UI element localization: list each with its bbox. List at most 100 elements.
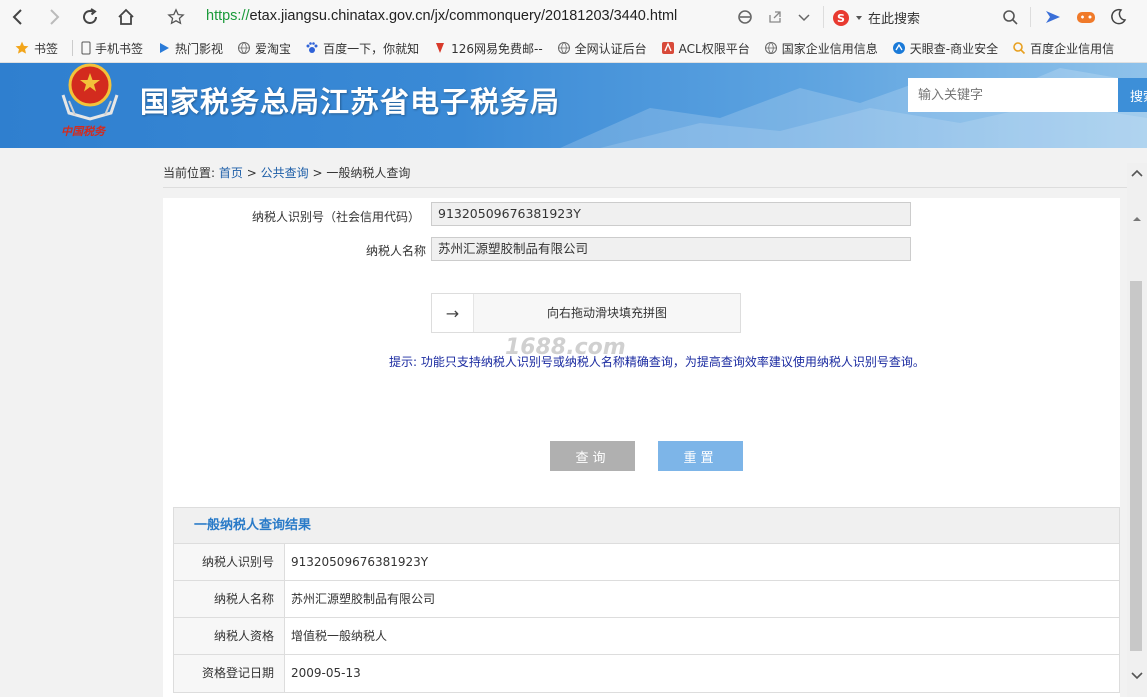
taxpayer-id-input[interactable]: 91320509676381923Y — [431, 202, 911, 226]
bookmark-item[interactable]: ACL权限平台 — [661, 40, 750, 57]
bookmark-label: 天眼查-商业安全 — [909, 41, 999, 56]
reset-button[interactable]: 重置 — [658, 441, 743, 471]
bookmark-item[interactable]: 手机书签 — [81, 40, 143, 57]
bookmark-item[interactable]: 热门影视 — [157, 40, 223, 57]
bookmark-star-button[interactable] — [158, 0, 194, 34]
home-button[interactable] — [108, 0, 144, 34]
caret-down-icon — [856, 15, 862, 20]
row-label: 纳税人名称 — [174, 581, 285, 617]
tax-emblem-logo[interactable]: 中国税务 — [55, 63, 125, 143]
breadcrumb-current: 一般纳税人查询 — [326, 166, 411, 180]
result-table: 一般纳税人查询结果 纳税人识别号 91320509676381923Y 纳税人名… — [173, 507, 1120, 693]
phone-icon — [81, 41, 91, 55]
bookmark-item[interactable]: 爱淘宝 — [237, 40, 291, 57]
browser-search[interactable]: S 在此搜索 — [832, 8, 920, 27]
bookmark-label: 手机书签 — [95, 41, 144, 56]
scroll-up-icon[interactable] — [1130, 168, 1144, 178]
bookmarks-bar: 书签 手机书签 热门影视 爱淘宝 百度一下，你就知 126网易免费邮-- 全网认… — [0, 34, 1147, 63]
site-banner: 中国税务 国家税务总局江苏省电子税务局 搜索 — [0, 63, 1147, 148]
table-row: 纳税人资格 增值税一般纳税人 — [174, 618, 1119, 655]
table-row: 纳税人识别号 91320509676381923Y — [174, 544, 1119, 581]
bookmark-label: 热门影视 — [175, 41, 224, 56]
gamepad-icon[interactable] — [1075, 7, 1097, 27]
row-value: 增值税一般纳税人 — [291, 629, 388, 643]
slider-handle[interactable]: → — [432, 294, 474, 332]
search-icon[interactable] — [1002, 9, 1018, 25]
logo-caption: 中国税务 — [61, 125, 105, 138]
address-actions — [737, 9, 811, 25]
bookmark-item[interactable]: 百度企业信用信 — [1012, 40, 1114, 57]
bookmark-label: 爱淘宝 — [255, 41, 292, 56]
row-value: 91320509676381923Y — [291, 555, 429, 569]
bird-icon[interactable] — [1043, 7, 1063, 27]
chevron-down-icon[interactable] — [797, 9, 811, 25]
page-scrollbar[interactable] — [1127, 163, 1147, 697]
emblem-icon — [61, 63, 119, 121]
globe-icon — [238, 42, 251, 54]
breadcrumb-separator: > — [246, 166, 257, 180]
bookmark-item[interactable]: 天眼查-商业安全 — [892, 40, 998, 57]
row-value: 2009-05-13 — [291, 666, 361, 680]
slider-instruction: 向右拖动滑块填充拼图 — [546, 306, 667, 320]
globe-icon — [764, 42, 777, 54]
site-search-input[interactable] — [908, 78, 1118, 112]
scroll-up-small-icon[interactable] — [1130, 213, 1144, 223]
reload-icon — [83, 8, 97, 24]
eye-icon — [892, 42, 905, 54]
row-label: 纳税人资格 — [174, 618, 285, 654]
back-button[interactable] — [0, 0, 36, 34]
breadcrumb-divider — [163, 187, 1127, 188]
svg-text:S: S — [837, 12, 845, 25]
scroll-down-icon[interactable] — [1130, 671, 1144, 681]
toolbar-divider — [823, 6, 824, 28]
breadcrumb-home[interactable]: 首页 — [219, 166, 243, 180]
taxpayer-id-label: 纳税人识别号（社会信用代码） — [251, 210, 420, 224]
ie-icon[interactable] — [737, 9, 753, 25]
breadcrumb-section[interactable]: 公共查询 — [261, 166, 309, 180]
address-bar[interactable]: https://etax.jiangsu.chinatax.gov.cn/jx/… — [206, 8, 677, 24]
url-protocol: https:// — [206, 8, 250, 24]
play-icon — [160, 43, 170, 53]
bookmark-divider — [72, 40, 74, 56]
site-title: 国家税务总局江苏省电子税务局 — [140, 85, 561, 119]
arrow-right-icon: → — [445, 303, 460, 323]
result-title: 一般纳税人查询结果 — [174, 508, 1119, 544]
site-search-button[interactable]: 搜索 — [1118, 78, 1147, 112]
home-icon — [118, 8, 134, 25]
bookmark-item[interactable]: 百度一下，你就知 — [305, 40, 419, 57]
bookmark-label: 全网认证后台 — [574, 41, 647, 56]
query-hint: 提示: 功能只支持纳税人识别号或纳税人名称精确查询，为提高查询效率建议使用纳税人… — [389, 355, 925, 369]
captcha-slider[interactable]: → 向右拖动滑块填充拼图 — [431, 293, 741, 333]
search-icon — [1013, 42, 1026, 55]
table-row: 纳税人名称 苏州汇源塑胶制品有限公司 — [174, 581, 1119, 618]
chevron-left-icon — [12, 9, 22, 25]
query-button[interactable]: 查询 — [550, 441, 635, 471]
star-icon — [15, 41, 29, 54]
taxpayer-name-input[interactable]: 苏州汇源塑胶制品有限公司 — [431, 237, 911, 261]
acl-icon — [661, 42, 674, 54]
bookmark-item[interactable]: 书签 — [14, 40, 58, 57]
forward-button[interactable] — [36, 0, 72, 34]
share-icon[interactable] — [767, 9, 783, 25]
moon-icon[interactable] — [1109, 8, 1127, 26]
taxpayer-name-label: 纳税人名称 — [365, 244, 426, 258]
row-label: 资格登记日期 — [174, 655, 285, 692]
table-row: 资格登记日期 2009-05-13 — [174, 655, 1119, 692]
bookmark-item[interactable]: 126网易免费邮-- — [433, 40, 543, 57]
bookmark-item[interactable]: 全网认证后台 — [557, 40, 647, 57]
globe-icon — [557, 42, 570, 54]
bookmark-label: 书签 — [34, 41, 59, 56]
reload-button[interactable] — [72, 0, 108, 34]
mail-icon — [436, 43, 445, 53]
bookmark-label: 126网易免费邮-- — [451, 41, 543, 56]
scroll-thumb[interactable] — [1130, 281, 1142, 651]
sogou-icon: S — [833, 9, 849, 26]
breadcrumb: 当前位置: 首页 > 公共查询 > 一般纳税人查询 — [163, 164, 410, 181]
bookmark-label: 百度一下，你就知 — [323, 41, 420, 56]
bookmark-label: 百度企业信用信 — [1030, 41, 1115, 56]
chevron-right-icon — [50, 9, 60, 25]
bookmark-label: 国家企业信用信息 — [781, 41, 878, 56]
toolbar-right-icons — [1002, 7, 1127, 27]
toolbar-divider — [1030, 7, 1031, 27]
bookmark-item[interactable]: 国家企业信用信息 — [764, 40, 878, 57]
